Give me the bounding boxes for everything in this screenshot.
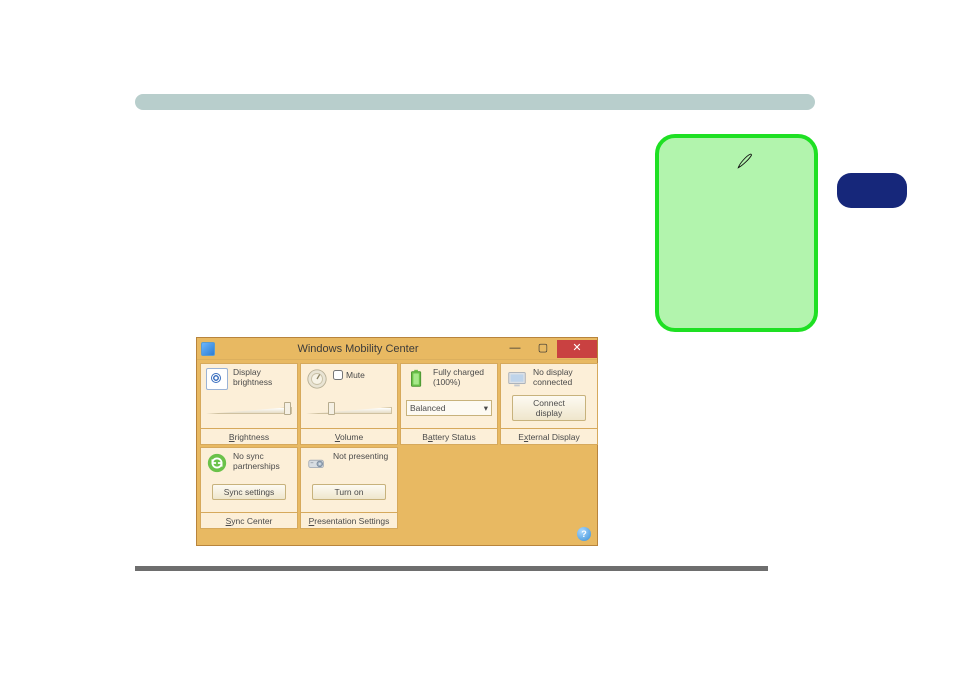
display-icon [506, 368, 528, 390]
titlebar[interactable]: Windows Mobility Center — ▢ ✕ [197, 338, 597, 360]
minimize-button[interactable]: — [501, 340, 529, 358]
note-panel [655, 134, 818, 332]
presentation-label: Not presenting [333, 452, 388, 462]
pen-icon [736, 152, 754, 170]
external-footer: External Display [501, 428, 597, 444]
battery-icon [406, 368, 428, 390]
brightness-label: Display brightness [233, 368, 292, 388]
power-plan-select[interactable]: Balanced ▾ [406, 400, 492, 416]
app-icon [201, 342, 215, 356]
brightness-icon [206, 368, 228, 390]
projector-icon [306, 452, 328, 474]
sync-label: No sync partnerships [233, 452, 292, 472]
connect-display-button[interactable]: Connect display [512, 395, 586, 421]
footer-divider [135, 566, 768, 571]
brightness-slider[interactable] [206, 403, 292, 413]
tile-battery: Fully charged (100%) Balanced ▾ Battery … [400, 363, 498, 445]
chevron-down-icon: ▾ [484, 403, 488, 414]
external-label: No display connected [533, 368, 592, 388]
tile-external-display: No display connected Connect display Ext… [500, 363, 598, 445]
battery-label: Fully charged (100%) [433, 368, 492, 388]
help-icon[interactable]: ? [577, 527, 591, 541]
tile-brightness: Display brightness Brightness [200, 363, 298, 445]
volume-icon [306, 368, 328, 390]
window-title: Windows Mobility Center [215, 343, 501, 355]
header-bar [135, 94, 815, 110]
sync-settings-button[interactable]: Sync settings [212, 484, 286, 500]
tile-volume: Mute Volume [300, 363, 398, 445]
tile-sync: No sync partnerships Sync settings Sync … [200, 447, 298, 529]
volume-slider[interactable] [306, 403, 392, 413]
close-button[interactable]: ✕ [557, 340, 597, 358]
presentation-footer: Presentation Settings [301, 512, 397, 528]
mute-checkbox[interactable]: Mute [333, 370, 365, 380]
battery-footer: Battery Status [401, 428, 497, 444]
sync-icon [206, 452, 228, 474]
tile-presentation: Not presenting Turn on Presentation Sett… [300, 447, 398, 529]
brightness-footer: Brightness [201, 428, 297, 444]
turn-on-button[interactable]: Turn on [312, 484, 386, 500]
maximize-button[interactable]: ▢ [529, 340, 557, 358]
side-pill-button[interactable] [837, 173, 907, 208]
mobility-center-window: Windows Mobility Center — ▢ ✕ Display br… [196, 337, 598, 546]
volume-footer: Volume [301, 428, 397, 444]
sync-footer: Sync Center [201, 512, 297, 528]
